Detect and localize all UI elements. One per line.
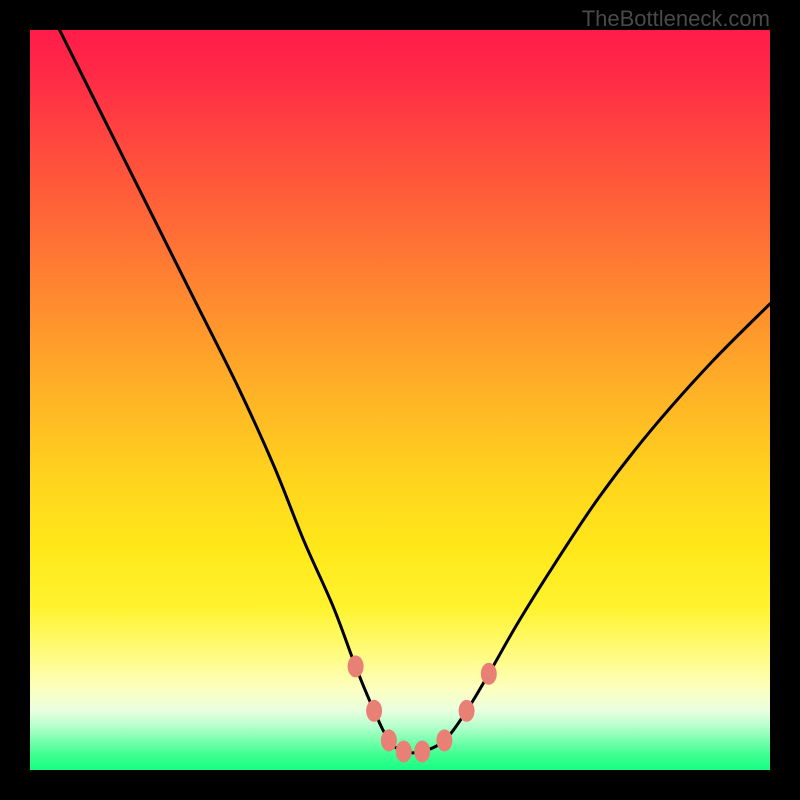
curve-marker <box>396 741 412 763</box>
chart-frame: TheBottleneck.com <box>0 0 800 800</box>
curve-marker <box>436 729 452 751</box>
curve-marker <box>414 741 430 763</box>
plot-area <box>30 30 770 770</box>
curve-svg <box>30 30 770 770</box>
marker-group <box>348 655 497 762</box>
curve-marker <box>348 655 364 677</box>
attribution-text: TheBottleneck.com <box>582 6 770 32</box>
curve-marker <box>366 700 382 722</box>
curve-marker <box>381 729 397 751</box>
bottleneck-curve <box>60 30 770 753</box>
curve-marker <box>459 700 475 722</box>
curve-marker <box>481 663 497 685</box>
